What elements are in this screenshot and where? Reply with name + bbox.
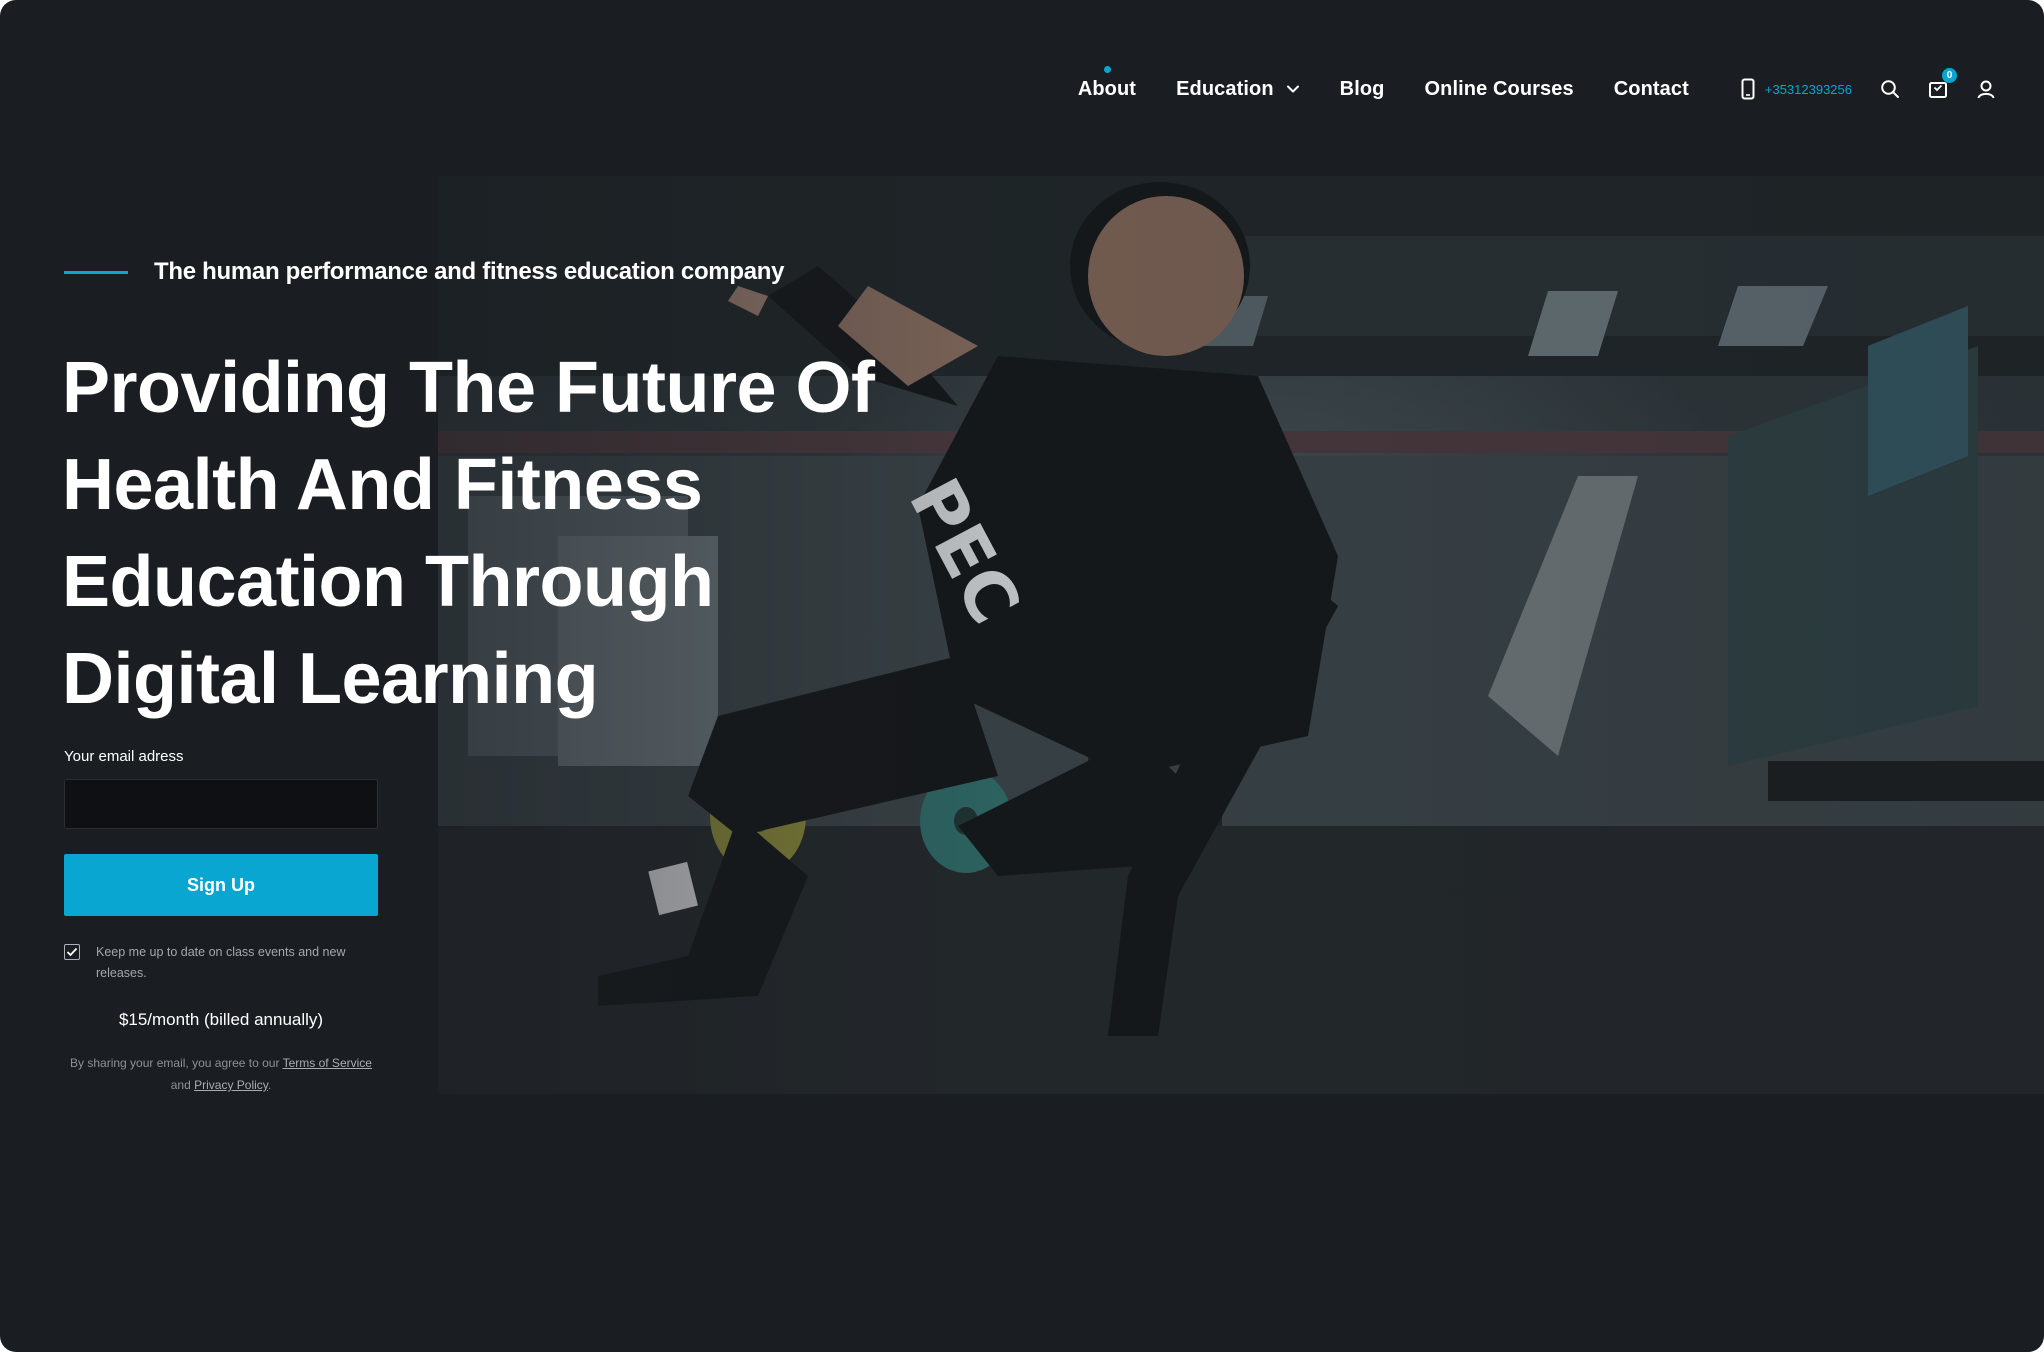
nav-label-contact: Contact [1613, 77, 1689, 100]
nav-label-blog: Blog [1339, 77, 1385, 100]
nav-item-about[interactable]: About [1077, 65, 1137, 101]
nav-tools: +35312393256 0 [1741, 68, 1996, 100]
legal-prefix: By sharing your email, you agree to our [70, 1056, 283, 1070]
headline-line-2: Health And Fitness [62, 445, 703, 525]
cart-count-badge: 0 [1942, 68, 1957, 83]
nav-item-contact[interactable]: Contact [1614, 78, 1689, 101]
page-frame: About Education Blog Online Courses Cont… [0, 0, 2044, 1352]
kicker-text: The human performance and fitness educat… [154, 258, 785, 285]
nav-item-online-courses[interactable]: Online Courses [1425, 78, 1574, 101]
legal-and: and [170, 1078, 195, 1092]
price-text: $15/month (billed annually) [118, 1010, 324, 1029]
phone-link[interactable]: +35312393256 [1741, 78, 1852, 100]
headline-line-3: Education Through [62, 542, 714, 622]
kicker-accent-line [64, 270, 128, 274]
active-indicator-dot [1103, 65, 1111, 73]
signup-form: Your email adress Sign Up Keep me up to … [64, 748, 378, 1096]
terms-link[interactable]: Terms of Service [283, 1056, 372, 1070]
email-field[interactable] [64, 779, 378, 829]
phone-icon [1741, 78, 1755, 100]
legal-suffix: . [267, 1078, 272, 1092]
legal-text: By sharing your email, you agree to our … [64, 1052, 378, 1096]
hero-kicker: The human performance and fitness educat… [64, 258, 784, 286]
chevron-down-icon [1286, 82, 1300, 96]
optin-row: Keep me up to date on class events and n… [64, 942, 378, 984]
main-nav: About Education Blog Online Courses Cont… [1078, 62, 1996, 116]
cart-icon[interactable]: 0 [1928, 68, 1957, 99]
user-icon[interactable] [1976, 79, 1996, 99]
sign-up-button[interactable]: Sign Up [64, 854, 378, 916]
nav-item-education[interactable]: Education [1176, 78, 1300, 101]
hero-headline: Providing The Future Of Health And Fitne… [62, 340, 962, 728]
nav-label-education: Education [1176, 77, 1274, 100]
nav-label-online-courses: Online Courses [1424, 77, 1574, 100]
headline-line-1: Providing The Future Of [62, 348, 875, 428]
optin-text: Keep me up to date on class events and n… [96, 945, 346, 980]
optin-checkbox[interactable] [64, 944, 80, 960]
headline-line-4: Digital Learning [62, 639, 599, 719]
checkmark-icon [66, 947, 78, 957]
phone-number: +35312393256 [1764, 81, 1852, 97]
search-icon[interactable] [1880, 79, 1900, 99]
nav-item-blog[interactable]: Blog [1340, 78, 1385, 101]
nav-label-about: About [1077, 77, 1137, 100]
privacy-link[interactable]: Privacy Policy [194, 1078, 268, 1092]
email-label: Your email adress [64, 748, 184, 765]
